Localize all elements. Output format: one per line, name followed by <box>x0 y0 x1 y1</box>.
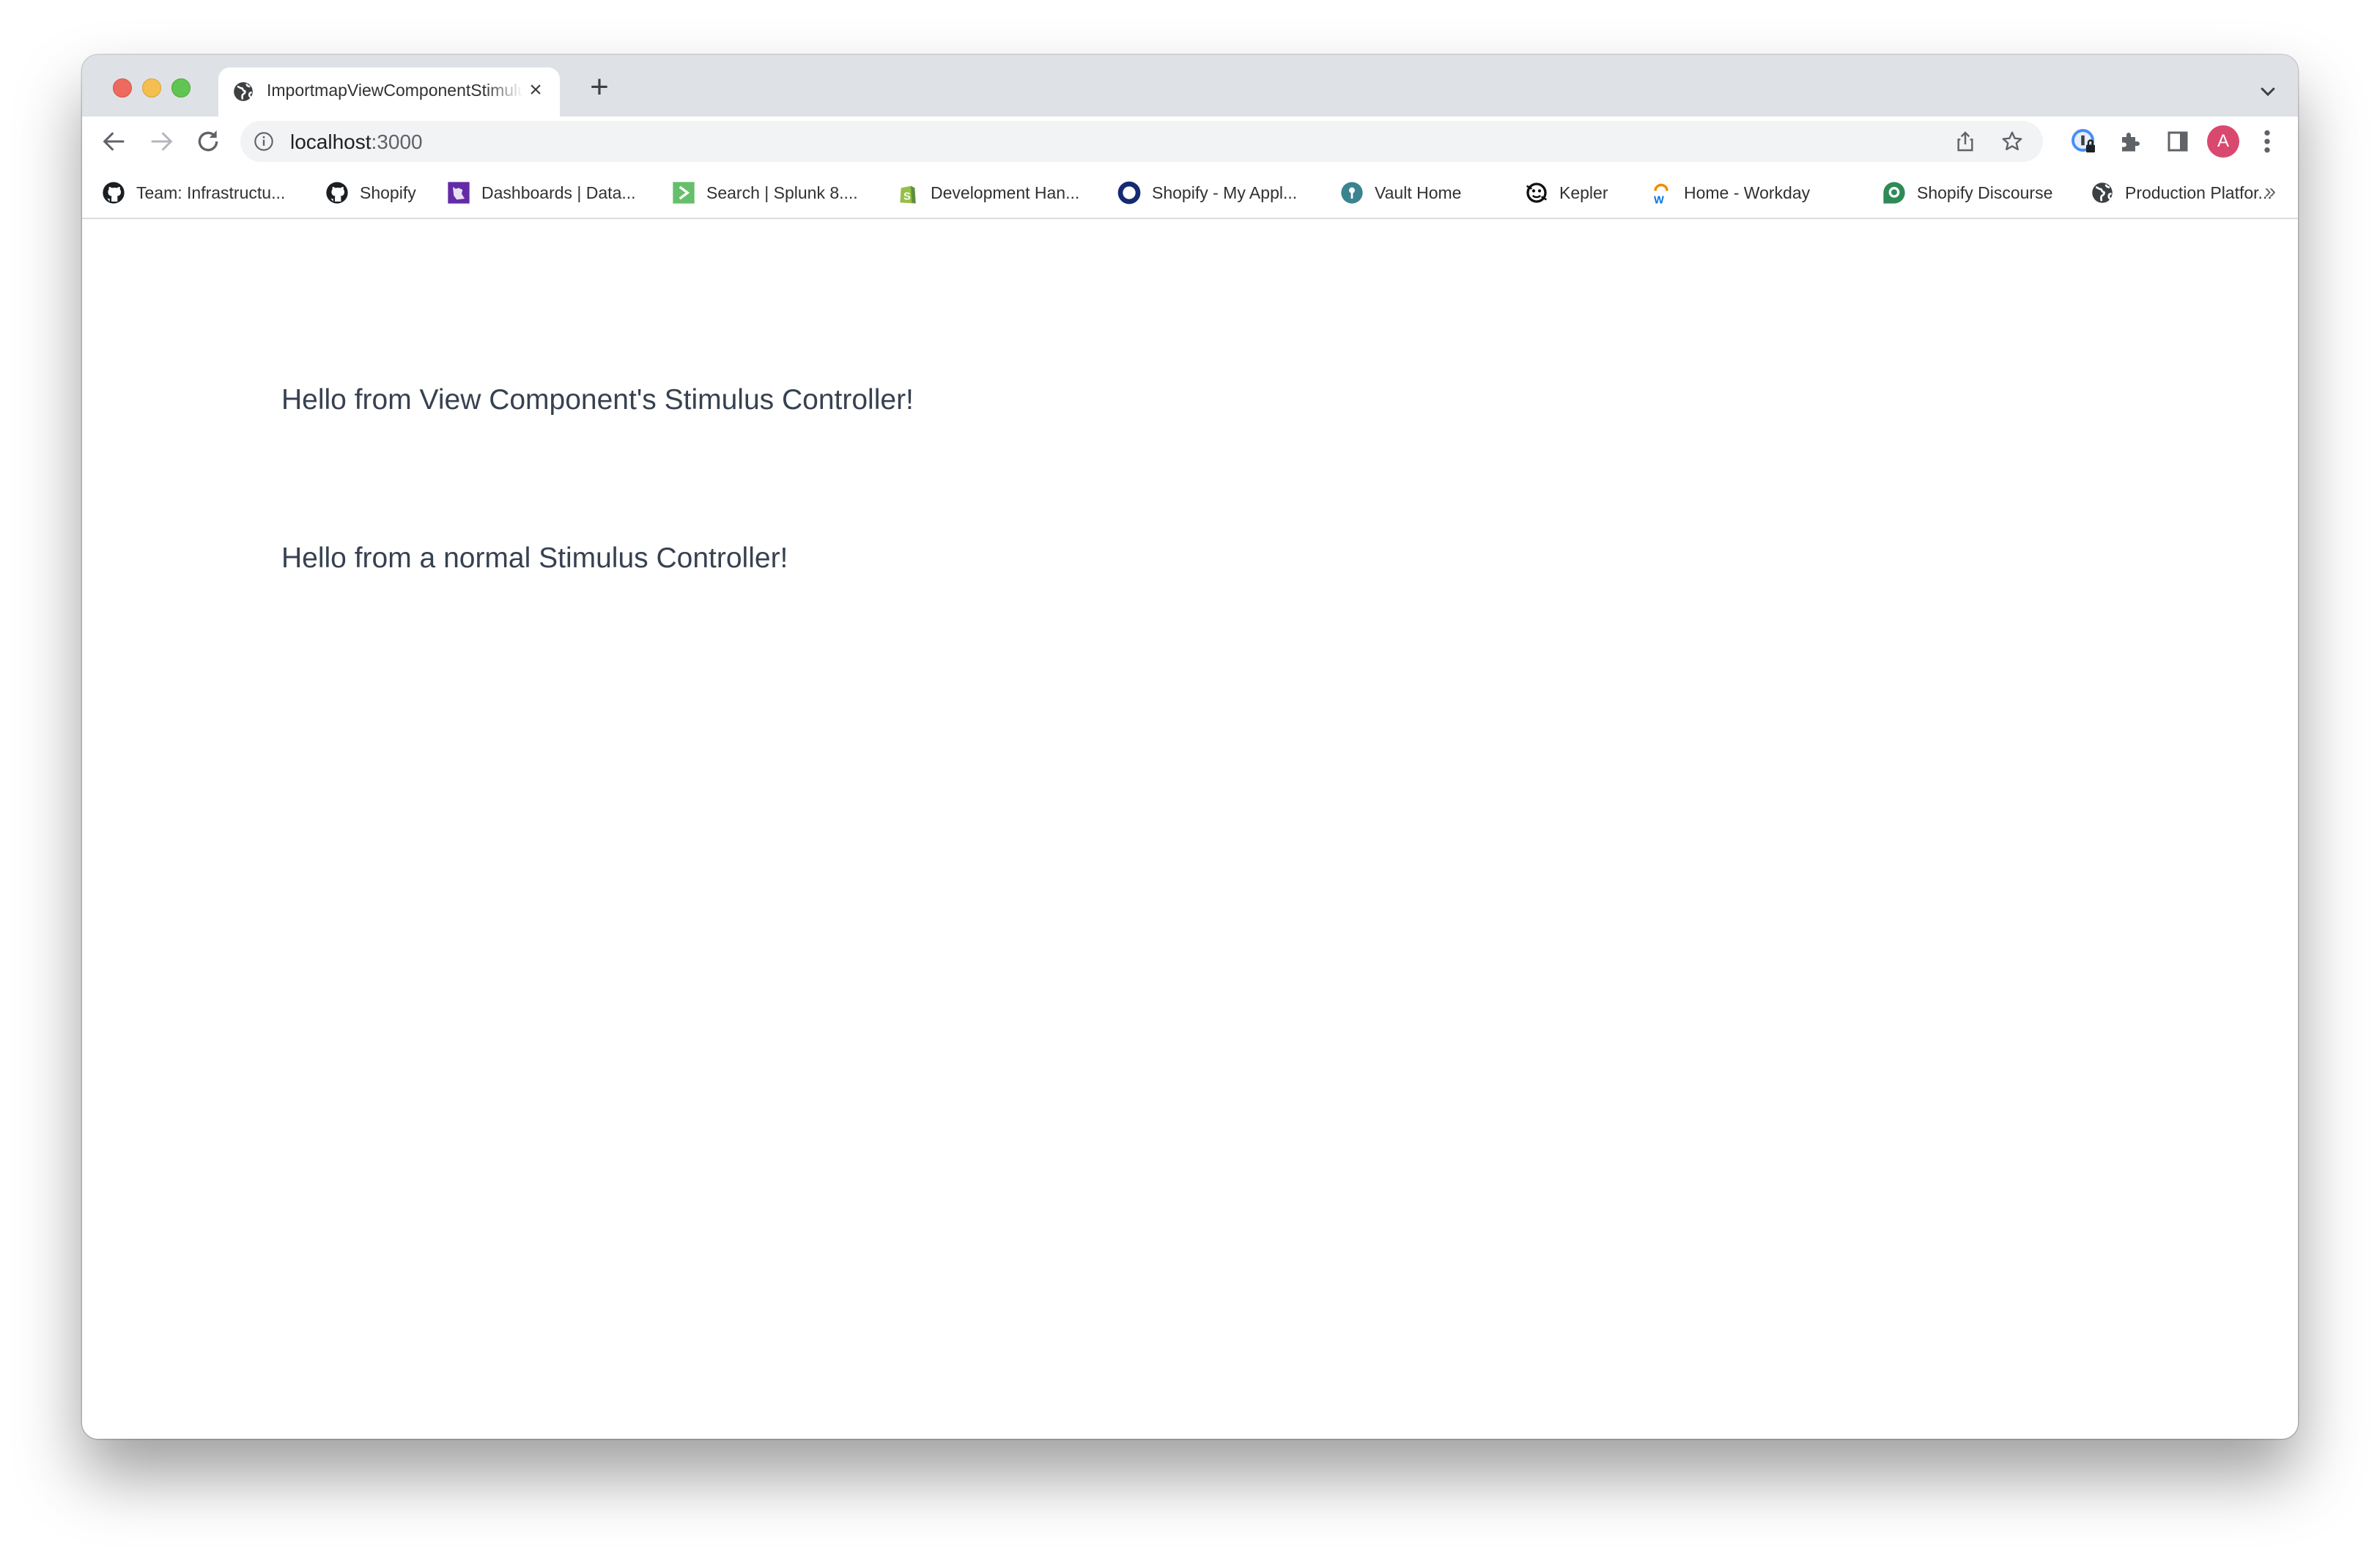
bookmark-item[interactable]: Shopify - My Appl... <box>1117 180 1297 206</box>
side-panel-icon[interactable] <box>2165 128 2191 155</box>
url-host: localhost <box>290 130 372 153</box>
bookmark-label: Team: Infrastructu... <box>136 183 286 202</box>
svg-text:S: S <box>903 191 911 202</box>
bookmark-item[interactable]: W Home - Workday <box>1649 180 1810 206</box>
tab-title: ImportmapViewComponentStimulus <box>267 81 523 100</box>
password-manager-extension-icon[interactable] <box>2071 128 2097 155</box>
zoom-window-button[interactable] <box>171 78 191 97</box>
toolbar: localhost:3000 A <box>82 117 2298 166</box>
tab-close-button[interactable]: × <box>523 78 548 103</box>
reload-button[interactable] <box>193 127 223 156</box>
bookmark-item[interactable]: Kepler <box>1524 180 1608 206</box>
minimize-window-button[interactable] <box>142 78 161 97</box>
extensions-puzzle-icon[interactable] <box>2118 128 2144 155</box>
bookmark-item[interactable]: Team: Infrastructu... <box>101 180 285 206</box>
normal-controller-message: Hello from a normal Stimulus Controller! <box>281 542 788 574</box>
shopify-bag-icon: S <box>895 180 920 205</box>
tab-strip: ImportmapViewComponentStimulus × + <box>82 55 2298 117</box>
workday-icon: W <box>1649 180 1674 205</box>
bookmark-label: Vault Home <box>1375 183 1462 202</box>
vault-icon <box>1339 180 1364 205</box>
kebab-menu-icon[interactable] <box>2258 127 2276 156</box>
bookmark-item[interactable]: Dashboards | Data... <box>446 180 636 206</box>
site-info-icon[interactable] <box>254 131 274 152</box>
kepler-icon <box>1524 180 1549 205</box>
url-port: :3000 <box>371 130 423 153</box>
bookmark-item[interactable]: Production Platfor... <box>2090 180 2272 206</box>
new-tab-button[interactable]: + <box>585 71 614 103</box>
github-icon <box>325 180 350 205</box>
splunk-icon <box>671 180 696 205</box>
bookmark-label: Home - Workday <box>1684 183 1811 202</box>
tab-search-chevron-down-icon[interactable] <box>2257 80 2279 102</box>
bookmark-label: Search | Splunk 8.... <box>706 183 858 202</box>
back-button[interactable] <box>100 127 129 156</box>
globe-icon <box>2090 180 2115 205</box>
svg-text:W: W <box>1654 195 1664 204</box>
bookmark-item[interactable]: Shopify Discourse <box>1882 180 2052 206</box>
bookmarks-overflow-button[interactable]: » <box>2264 180 2276 203</box>
profile-avatar[interactable]: A <box>2207 125 2239 158</box>
bookmark-label: Dashboards | Data... <box>481 183 636 202</box>
globe-icon <box>233 81 254 102</box>
view-component-message: Hello from View Component's Stimulus Con… <box>281 384 914 416</box>
bookmark-label: Production Platfor... <box>2125 183 2272 202</box>
forward-button[interactable] <box>147 127 176 156</box>
bookmark-star-icon[interactable] <box>2000 130 2024 153</box>
bookmark-label: Shopify Discourse <box>1917 183 2053 202</box>
bookmark-label: Development Han... <box>931 183 1080 202</box>
bookmark-label: Kepler <box>1559 183 1608 202</box>
share-icon[interactable] <box>1954 130 1977 153</box>
github-icon <box>101 180 126 205</box>
page-content: Hello from View Component's Stimulus Con… <box>82 219 2298 1439</box>
bookmark-item[interactable]: S Development Han... <box>895 180 1079 206</box>
bookmark-item[interactable]: Search | Splunk 8.... <box>671 180 858 206</box>
url-text[interactable]: localhost:3000 <box>290 130 423 154</box>
discourse-icon <box>1882 180 1907 205</box>
bookmark-item[interactable]: Vault Home <box>1339 180 1461 206</box>
ring-icon <box>1117 180 1142 205</box>
tab-active[interactable]: ImportmapViewComponentStimulus × <box>218 67 560 117</box>
bookmarks-bar: Team: Infrastructu... Shopify Dashboards… <box>82 166 2298 219</box>
bookmark-item[interactable]: Shopify <box>325 180 416 206</box>
browser-window: ImportmapViewComponentStimulus × + local… <box>82 55 2298 1439</box>
bookmark-label: Shopify - My Appl... <box>1152 183 1298 202</box>
close-window-button[interactable] <box>113 78 132 97</box>
bookmark-label: Shopify <box>360 183 416 202</box>
address-bar[interactable]: localhost:3000 <box>240 121 2043 162</box>
datadog-icon <box>446 180 471 205</box>
